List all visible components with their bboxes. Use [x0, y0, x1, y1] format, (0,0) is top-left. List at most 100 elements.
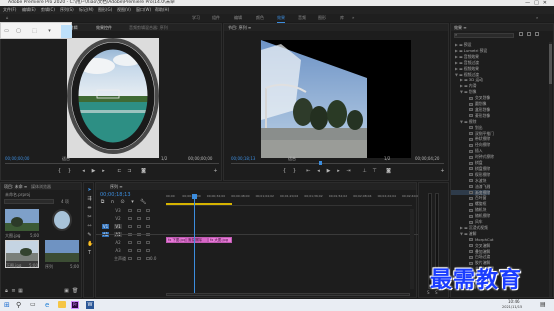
menu-help[interactable]: 帮助(H): [155, 6, 169, 14]
project-search-input[interactable]: [4, 199, 54, 204]
track-target-toggle[interactable]: [102, 248, 109, 253]
project-item-selected[interactable]: 下图.jpg 5;00: [5, 240, 39, 268]
menu-view[interactable]: 视图(V): [117, 6, 131, 14]
menu-marker[interactable]: 标记(M): [79, 6, 94, 14]
effects-tree-item[interactable]: ▶▬ 音频过渡: [451, 60, 479, 65]
effects-tree-item[interactable]: ▶▬ 沉浸式视频: [451, 225, 488, 230]
notification-icon[interactable]: ▤: [540, 301, 546, 309]
pen-tool-icon[interactable]: ✎: [87, 233, 92, 238]
eye-icon[interactable]: [146, 209, 150, 212]
snip-mode-icon[interactable]: ▾: [47, 29, 52, 34]
razor-tool-icon[interactable]: ✂: [87, 215, 92, 220]
lock-icon[interactable]: [128, 241, 132, 244]
task-view-icon[interactable]: ▭: [30, 301, 36, 309]
lift-icon[interactable]: ⊥: [362, 169, 367, 174]
eye-icon[interactable]: [146, 217, 150, 220]
mark-out-icon[interactable]: }: [67, 169, 72, 174]
effects-tree-item[interactable]: 白场过渡: [451, 254, 490, 259]
track-header[interactable]: A2: [96, 239, 166, 246]
source-resolution-select[interactable]: 1/2: [161, 156, 167, 161]
effects-tree-item[interactable]: 盒形划像: [451, 107, 490, 112]
effects-tree-item[interactable]: 插入: [451, 148, 483, 153]
selection-tool-icon[interactable]: ➤: [87, 188, 92, 193]
track-header[interactable]: A3: [96, 247, 166, 254]
tab-program[interactable]: 节目: 序列 ≡: [228, 24, 251, 31]
project-item[interactable]: [45, 209, 79, 237]
effects-tree-item[interactable]: ▶▬ 预设: [451, 42, 471, 47]
effects-tree-item[interactable]: MorphCut: [451, 237, 494, 242]
effects-tree-item[interactable]: 随机块: [451, 207, 486, 212]
track-header[interactable]: V3: [96, 207, 166, 214]
add-marker-icon[interactable]: ▾: [130, 200, 135, 205]
effects-tree-item[interactable]: 双侧平推门: [451, 131, 494, 136]
timeline-horizontal-scrollbar[interactable]: [166, 293, 410, 296]
effects-scrollbar[interactable]: [549, 42, 552, 297]
tab-audio-mixer[interactable]: 音频剪辑混合器: 序列: [129, 24, 168, 31]
lock-icon[interactable]: [128, 257, 132, 260]
effects-tree-item[interactable]: ▶▬ Lumetri 预设: [451, 48, 487, 53]
track-label[interactable]: 主声道: [114, 256, 126, 261]
menu-file[interactable]: 文件(F): [3, 6, 16, 14]
sync-lock-icon[interactable]: [137, 257, 141, 260]
effects-tree-item[interactable]: ▼▬ 视频过渡: [451, 72, 479, 77]
type-tool-icon[interactable]: T: [87, 251, 92, 256]
menu-clip[interactable]: 剪辑(C): [41, 6, 55, 14]
track-label[interactable]: V2: [114, 216, 122, 221]
mark-in-icon[interactable]: {: [57, 169, 62, 174]
effects-tree-item[interactable]: 圆划像: [451, 101, 486, 106]
insert-icon[interactable]: ⊏: [117, 169, 122, 174]
timeline-timecode[interactable]: 00;00;18;13: [100, 192, 131, 198]
source-time-ruler[interactable]: [5, 163, 219, 166]
add-button-icon[interactable]: +: [213, 169, 218, 174]
program-timecode-current[interactable]: 00;00;18;13: [231, 156, 255, 161]
playhead-handle[interactable]: [192, 194, 197, 199]
eye-icon[interactable]: [146, 225, 150, 228]
tab-effect-controls[interactable]: 效果控件: [96, 24, 112, 31]
sync-lock-icon[interactable]: [137, 209, 141, 212]
effects-tree-item[interactable]: ▶▬ 内滑: [451, 83, 476, 88]
menu-edit[interactable]: 编辑(E): [22, 6, 36, 14]
workspace-tab-effects[interactable]: 效果: [277, 14, 285, 23]
work-area-bar[interactable]: [166, 203, 232, 205]
source-fit-select[interactable]: 适合: [62, 156, 70, 162]
export-frame-icon[interactable]: ◙: [141, 169, 146, 174]
effects-tree-item[interactable]: 百叶窗: [451, 195, 486, 200]
sync-lock-icon[interactable]: [137, 225, 141, 228]
master-volume-value[interactable]: 0.0: [150, 256, 156, 261]
step-forward-icon[interactable]: ▸: [101, 169, 106, 174]
project-item[interactable]: 大图.jpg 5;00: [5, 209, 39, 238]
effects-tree-item[interactable]: 带状擦除: [451, 136, 490, 141]
effects-tree-item[interactable]: ▼▬ 划像: [451, 89, 476, 94]
project-item[interactable]: 序列 5;00: [45, 240, 79, 269]
menu-sequence[interactable]: 序列(S): [60, 6, 74, 14]
track-label[interactable]: A2: [114, 240, 122, 245]
wrench-icon[interactable]: 🔧︎: [140, 200, 146, 205]
list-view-icon[interactable]: ≡: [11, 289, 16, 294]
effects-tree-item[interactable]: 螺旋框: [451, 201, 486, 206]
tab-project[interactable]: 项目: 未命 ≡: [4, 183, 27, 190]
snip-rect-icon[interactable]: ▢: [16, 29, 21, 34]
lock-icon[interactable]: 🔒︎: [4, 289, 9, 294]
effects-tree-item[interactable]: 渐变擦除: [451, 189, 491, 195]
tab-sequence[interactable]: 序列 ≡: [110, 183, 123, 190]
effects-tree-item[interactable]: 菱形划像: [451, 113, 490, 118]
step-forward-icon[interactable]: ▸: [336, 169, 341, 174]
word-icon[interactable]: W: [86, 301, 94, 309]
eye-icon[interactable]: [146, 241, 150, 244]
effects-tree-item[interactable]: ▶▬ 3D 运动: [451, 77, 483, 82]
32bit-filter-icon[interactable]: [527, 32, 531, 36]
workspace-tab-color[interactable]: 颜色: [256, 14, 264, 22]
windows-start-icon[interactable]: ⊞: [4, 301, 10, 309]
yuv-filter-icon[interactable]: [535, 32, 539, 36]
program-time-ruler[interactable]: [231, 161, 444, 166]
effects-tree-item[interactable]: ▼▬ 擦除: [451, 119, 476, 124]
track-label[interactable]: V3: [114, 208, 122, 213]
workspace-tab-assembly[interactable]: 组件: [212, 14, 220, 22]
timeline-vertical-scrollbar[interactable]: [410, 209, 414, 289]
play-icon[interactable]: ▶: [91, 169, 96, 174]
effects-tree-item[interactable]: 棋盘: [451, 160, 483, 165]
extract-icon[interactable]: ⊤: [372, 169, 377, 174]
menu-graphics[interactable]: 图形(G): [98, 6, 112, 14]
effects-tree-item[interactable]: 划出: [451, 125, 483, 130]
play-icon[interactable]: ▶: [326, 169, 331, 174]
